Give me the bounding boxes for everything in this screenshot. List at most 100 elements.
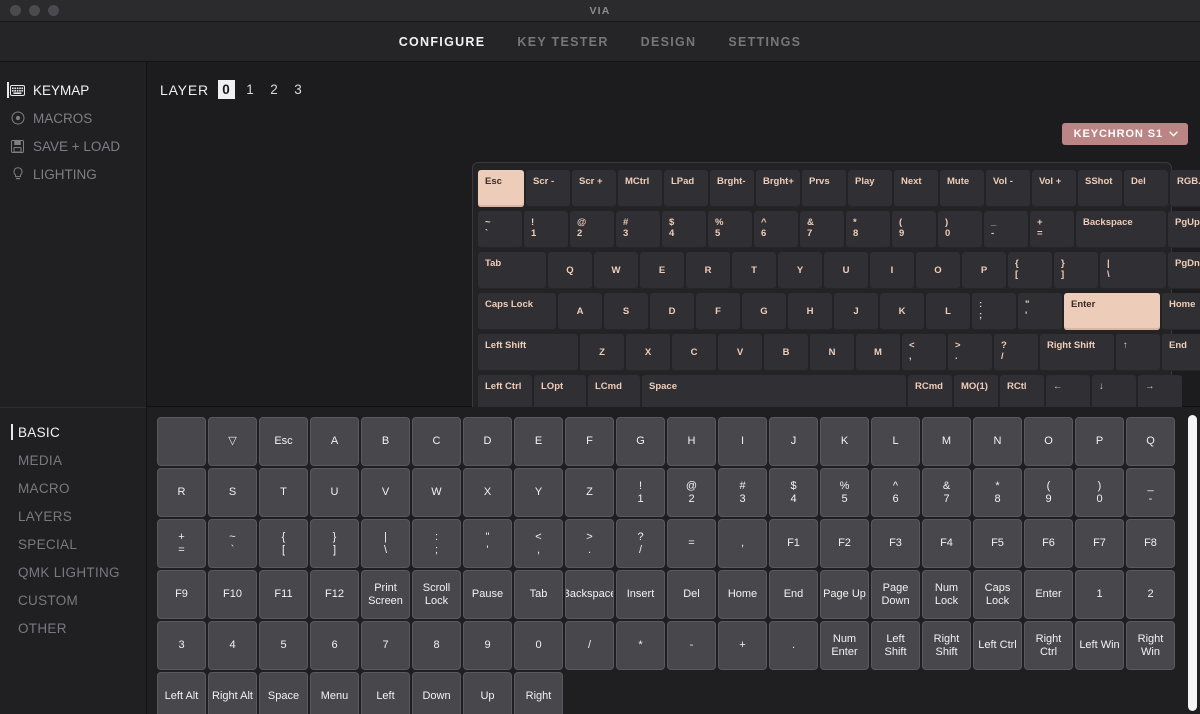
keycode-button[interactable]: * [616,621,665,670]
layer-tab-3[interactable]: 3 [290,80,307,99]
keycode-button[interactable]: Page Up [820,570,869,619]
keycode-button[interactable]: F9 [157,570,206,619]
keycode-button[interactable]: F10 [208,570,257,619]
keycode-button[interactable]: Print Screen [361,570,410,619]
keyboard-selector-badge[interactable]: KEYCHRON S1 [1061,123,1188,145]
tab-key-tester[interactable]: KEY TESTER [517,35,608,49]
keycode-button[interactable]: S [208,468,257,517]
keyboard-key[interactable]: Q [548,252,592,289]
keycode-button[interactable]: Right Ctrl [1024,621,1073,670]
keyboard-key[interactable]: A [558,293,602,330]
category-basic[interactable]: BASIC [0,418,146,446]
keycode-button[interactable]: 8 [412,621,461,670]
keycode-button[interactable]: $4 [769,468,818,517]
picker-scrollbar[interactable] [1188,415,1197,711]
keycode-button[interactable]: Tab [514,570,563,619]
keyboard-key[interactable]: T [732,252,776,289]
keyboard-key[interactable]: Brght- [710,170,754,207]
keyboard-key[interactable]: Scr + [572,170,616,207]
keyboard-key[interactable]: Esc [478,170,524,207]
keycode-button[interactable]: Pause [463,570,512,619]
category-special[interactable]: SPECIAL [0,530,146,558]
keycode-button[interactable]: A [310,417,359,466]
keycode-button[interactable]: ? / [616,519,665,568]
keyboard-key[interactable]: Scr - [526,170,570,207]
keyboard-key[interactable]: Z [580,334,624,371]
keyboard-key[interactable]: % 5 [708,211,752,248]
keycode-button[interactable]: 9 [463,621,512,670]
keycode-button[interactable]: W [412,468,461,517]
keyboard-key[interactable]: Home [1162,293,1200,330]
keyboard-key[interactable]: #3 [616,211,660,248]
keycode-button[interactable]: 4 [208,621,257,670]
keycode-button[interactable] [157,417,206,466]
keycode-button[interactable]: Right [514,672,563,714]
keycode-button[interactable]: P [1075,417,1124,466]
keycode-button[interactable]: O [1024,417,1073,466]
keyboard-key[interactable]: PgUp [1168,211,1200,248]
layer-tab-1[interactable]: 1 [242,80,259,99]
keyboard-key[interactable]: S [604,293,648,330]
keycode-button[interactable]: Caps Lock [973,570,1022,619]
keycode-button[interactable]: ! 1 [616,468,665,517]
keycode-button[interactable]: + [718,621,767,670]
keyboard-key[interactable]: Tab [478,252,546,289]
keyboard-key[interactable]: W [594,252,638,289]
category-other[interactable]: OTHER [0,614,146,642]
keycode-button[interactable]: Right Shift [922,621,971,670]
keycode-button[interactable]: B [361,417,410,466]
keycode-button[interactable]: Home [718,570,767,619]
keycode-button[interactable]: / [565,621,614,670]
keyboard-key[interactable]: H [788,293,832,330]
keycode-button[interactable]: Insert [616,570,665,619]
keycode-button[interactable]: Space [259,672,308,714]
keyboard-key[interactable]: R [686,252,730,289]
keyboard-key[interactable]: P [962,252,1006,289]
keycode-button[interactable]: Left Alt [157,672,206,714]
keyboard-key[interactable]: }] [1054,252,1098,289]
keyboard-key[interactable]: I [870,252,914,289]
keycode-button[interactable]: X [463,468,512,517]
keycode-button[interactable]: End [769,570,818,619]
keycode-button[interactable]: Z [565,468,614,517]
keycode-button[interactable]: Num Lock [922,570,971,619]
keyboard-key[interactable]: Vol + [1032,170,1076,207]
keyboard-key[interactable]: ! 1 [524,211,568,248]
keycode-button[interactable]: Left Shift [871,621,920,670]
sidebar-item-lighting[interactable]: LIGHTING [0,160,146,188]
keycode-button[interactable]: Up [463,672,512,714]
keycode-button[interactable]: F8 [1126,519,1175,568]
keycode-button[interactable]: Down [412,672,461,714]
keycode-button[interactable]: F5 [973,519,1022,568]
keycode-button[interactable]: @2 [667,468,716,517]
keycode-button[interactable]: F [565,417,614,466]
keyboard-key[interactable]: ) 0 [938,211,982,248]
sidebar-item-keymap[interactable]: KEYMAP [0,76,146,104]
keyboard-key[interactable]: B [764,334,808,371]
keycode-button[interactable]: Backspace [565,570,614,619]
keyboard-key[interactable]: V [718,334,762,371]
keyboard-key[interactable]: ? / [994,334,1038,371]
keyboard-key[interactable]: Caps Lock [478,293,556,330]
keycode-button[interactable]: Menu [310,672,359,714]
keyboard-key[interactable]: Play [848,170,892,207]
keyboard-key[interactable]: Prvs [802,170,846,207]
keyboard-key[interactable]: L [926,293,970,330]
keyboard-key[interactable]: <, [902,334,946,371]
keycode-button[interactable]: 7 [361,621,410,670]
keyboard-key[interactable]: Vol - [986,170,1030,207]
tab-settings[interactable]: SETTINGS [728,35,801,49]
tab-configure[interactable]: CONFIGURE [399,35,486,49]
keyboard-key[interactable]: Backspace [1076,211,1166,248]
category-custom[interactable]: CUSTOM [0,586,146,614]
category-macro[interactable]: MACRO [0,474,146,502]
keycode-button[interactable]: 5 [259,621,308,670]
keycode-button[interactable]: F11 [259,570,308,619]
keyboard-key[interactable]: F [696,293,740,330]
keycode-button[interactable]: G [616,417,665,466]
keycode-button[interactable]: ) 0 [1075,468,1124,517]
keyboard-key[interactable]: Left Shift [478,334,578,371]
category-qmk-lighting[interactable]: QMK LIGHTING [0,558,146,586]
keycode-button[interactable]: Left Win [1075,621,1124,670]
keyboard-key[interactable]: Y [778,252,822,289]
